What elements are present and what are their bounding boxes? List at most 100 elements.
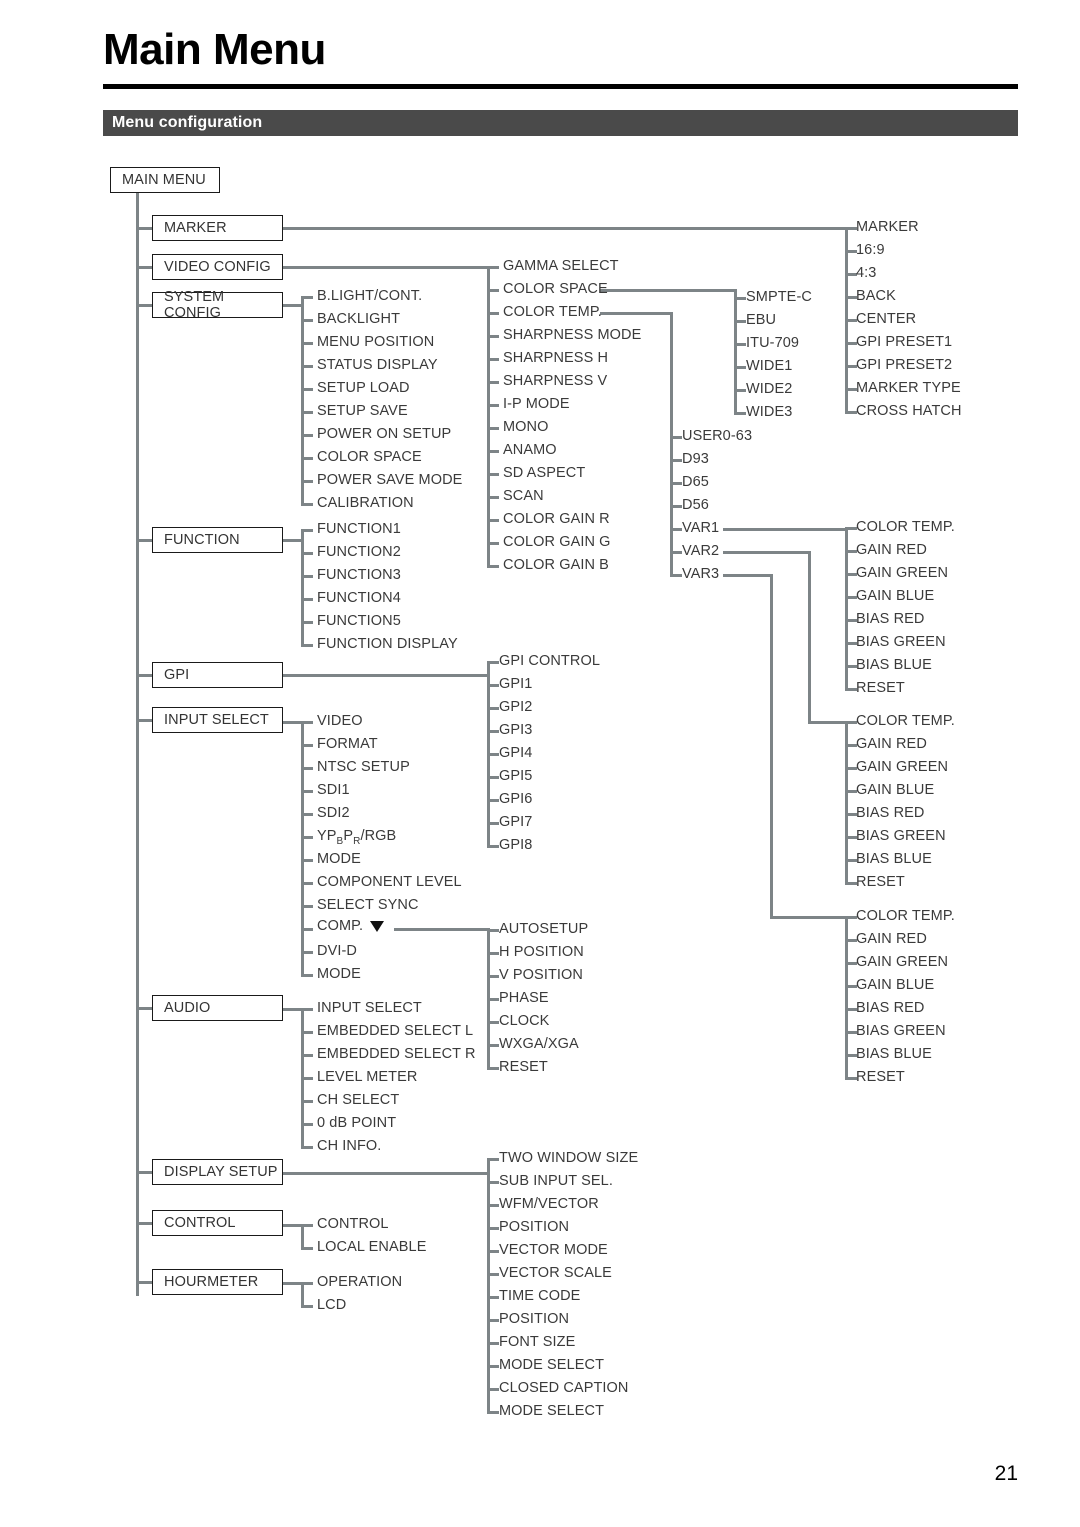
display-setup-item-5[interactable]: VECTOR SCALE	[499, 1265, 612, 1281]
display-setup-item-7[interactable]: POSITION	[499, 1311, 569, 1327]
video-config-item-8[interactable]: ANAMO	[503, 442, 557, 458]
system-config-item-3[interactable]: STATUS DISPLAY	[317, 357, 438, 373]
menu-box-system-config[interactable]: SYSTEM CONFIG	[152, 289, 283, 321]
input-select-item-2[interactable]: NTSC SETUP	[317, 759, 410, 775]
marker-item-6[interactable]: GPI PRESET2	[856, 357, 952, 373]
video-config-item-4[interactable]: SHARPNESS H	[503, 350, 608, 366]
var2-detail-item-5[interactable]: BIAS GREEN	[856, 828, 946, 844]
color-temp-item-3[interactable]: D56	[682, 497, 709, 513]
marker-item-3[interactable]: BACK	[856, 288, 896, 304]
var3-detail-item-4[interactable]: BIAS RED	[856, 1000, 925, 1016]
var3-detail-item-3[interactable]: GAIN BLUE	[856, 977, 934, 993]
input-select-item-5[interactable]: YPBPR/RGB	[317, 828, 396, 846]
gpi-item-8[interactable]: GPI8	[499, 837, 532, 853]
var2-detail-item-2[interactable]: GAIN GREEN	[856, 759, 948, 775]
system-config-item-9[interactable]: CALIBRATION	[317, 495, 414, 511]
var1-detail-item-4[interactable]: BIAS RED	[856, 611, 925, 627]
gpi-item-3[interactable]: GPI3	[499, 722, 532, 738]
menu-box-display-setup[interactable]: DISPLAY SETUP	[152, 1159, 283, 1185]
gpi-item-6[interactable]: GPI6	[499, 791, 532, 807]
marker-item-5[interactable]: GPI PRESET1	[856, 334, 952, 350]
color-space-item-2[interactable]: ITU-709	[746, 335, 799, 351]
input-select-item-10[interactable]: DVI-D	[317, 943, 357, 959]
gpi-item-1[interactable]: GPI1	[499, 676, 532, 692]
display-setup-item-9[interactable]: MODE SELECT	[499, 1357, 604, 1373]
marker-item-7[interactable]: MARKER TYPE	[856, 380, 961, 396]
menu-box-input-select[interactable]: INPUT SELECT	[152, 707, 283, 733]
menu-box-gpi[interactable]: GPI	[152, 662, 283, 688]
color-temp-item-4[interactable]: VAR1	[682, 520, 719, 536]
color-temp-item-6[interactable]: VAR3	[682, 566, 719, 582]
comp-sub-item-1[interactable]: H POSITION	[499, 944, 584, 960]
input-select-item-0[interactable]: VIDEO	[317, 713, 363, 729]
display-setup-item-3[interactable]: POSITION	[499, 1219, 569, 1235]
audio-item-3[interactable]: LEVEL METER	[317, 1069, 417, 1085]
video-config-item-6[interactable]: I-P MODE	[503, 396, 570, 412]
var1-detail-item-7[interactable]: RESET	[856, 680, 905, 696]
display-setup-item-4[interactable]: VECTOR MODE	[499, 1242, 608, 1258]
menu-box-hourmeter[interactable]: HOURMETER	[152, 1269, 283, 1295]
menu-box-control[interactable]: CONTROL	[152, 1210, 283, 1236]
video-config-item-12[interactable]: COLOR GAIN G	[503, 534, 611, 550]
var1-detail-item-5[interactable]: BIAS GREEN	[856, 634, 946, 650]
video-config-item-3[interactable]: SHARPNESS MODE	[503, 327, 641, 343]
hourmeter-item-1[interactable]: LCD	[317, 1297, 346, 1313]
gpi-item-5[interactable]: GPI5	[499, 768, 532, 784]
audio-item-2[interactable]: EMBEDDED SELECT R	[317, 1046, 476, 1062]
marker-item-2[interactable]: 4:3	[856, 265, 876, 281]
function-item-0[interactable]: FUNCTION1	[317, 521, 401, 537]
comp-sub-item-2[interactable]: V POSITION	[499, 967, 583, 983]
var2-detail-item-3[interactable]: GAIN BLUE	[856, 782, 934, 798]
function-item-1[interactable]: FUNCTION2	[317, 544, 401, 560]
marker-item-4[interactable]: CENTER	[856, 311, 916, 327]
video-config-item-10[interactable]: SCAN	[503, 488, 544, 504]
menu-box-main-menu[interactable]: MAIN MENU	[110, 167, 220, 193]
system-config-item-6[interactable]: POWER ON SETUP	[317, 426, 451, 442]
audio-item-0[interactable]: INPUT SELECT	[317, 1000, 422, 1016]
audio-item-4[interactable]: CH SELECT	[317, 1092, 399, 1108]
marker-item-8[interactable]: CROSS HATCH	[856, 403, 962, 419]
input-select-item-3[interactable]: SDI1	[317, 782, 350, 798]
marker-item-1[interactable]: 16:9	[856, 242, 885, 258]
var2-detail-item-1[interactable]: GAIN RED	[856, 736, 927, 752]
control-item-1[interactable]: LOCAL ENABLE	[317, 1239, 426, 1255]
system-config-item-2[interactable]: MENU POSITION	[317, 334, 434, 350]
var1-detail-item-6[interactable]: BIAS BLUE	[856, 657, 932, 673]
system-config-item-0[interactable]: B.LIGHT/CONT.	[317, 288, 422, 304]
menu-box-audio[interactable]: AUDIO	[152, 995, 283, 1021]
video-config-item-1[interactable]: COLOR SPACE	[503, 281, 608, 297]
color-temp-item-1[interactable]: D93	[682, 451, 709, 467]
comp-sub-item-4[interactable]: CLOCK	[499, 1013, 549, 1029]
display-setup-item-8[interactable]: FONT SIZE	[499, 1334, 575, 1350]
hourmeter-item-0[interactable]: OPERATION	[317, 1274, 402, 1290]
video-config-item-11[interactable]: COLOR GAIN R	[503, 511, 610, 527]
input-select-item-9[interactable]: COMP.	[317, 918, 385, 934]
color-space-item-0[interactable]: SMPTE-C	[746, 289, 812, 305]
color-space-item-3[interactable]: WIDE1	[746, 358, 792, 374]
function-item-3[interactable]: FUNCTION4	[317, 590, 401, 606]
var1-detail-item-3[interactable]: GAIN BLUE	[856, 588, 934, 604]
video-config-item-0[interactable]: GAMMA SELECT	[503, 258, 619, 274]
video-config-item-7[interactable]: MONO	[503, 419, 549, 435]
menu-box-function[interactable]: FUNCTION	[152, 527, 283, 553]
video-config-item-2[interactable]: COLOR TEMP.	[503, 304, 602, 320]
control-item-0[interactable]: CONTROL	[317, 1216, 389, 1232]
gpi-item-7[interactable]: GPI7	[499, 814, 532, 830]
var1-detail-item-0[interactable]: COLOR TEMP.	[856, 519, 955, 535]
comp-sub-item-5[interactable]: WXGA/XGA	[499, 1036, 579, 1052]
audio-item-6[interactable]: CH INFO.	[317, 1138, 381, 1154]
display-setup-item-11[interactable]: MODE SELECT	[499, 1403, 604, 1419]
var2-detail-item-7[interactable]: RESET	[856, 874, 905, 890]
comp-sub-item-0[interactable]: AUTOSETUP	[499, 921, 588, 937]
gpi-item-4[interactable]: GPI4	[499, 745, 532, 761]
audio-item-5[interactable]: 0 dB POINT	[317, 1115, 396, 1131]
system-config-item-5[interactable]: SETUP SAVE	[317, 403, 408, 419]
function-item-4[interactable]: FUNCTION5	[317, 613, 401, 629]
var3-detail-item-5[interactable]: BIAS GREEN	[856, 1023, 946, 1039]
color-space-item-4[interactable]: WIDE2	[746, 381, 792, 397]
var2-detail-item-4[interactable]: BIAS RED	[856, 805, 925, 821]
video-config-item-13[interactable]: COLOR GAIN B	[503, 557, 609, 573]
color-space-item-5[interactable]: WIDE3	[746, 404, 792, 420]
function-item-5[interactable]: FUNCTION DISPLAY	[317, 636, 458, 652]
system-config-item-1[interactable]: BACKLIGHT	[317, 311, 400, 327]
